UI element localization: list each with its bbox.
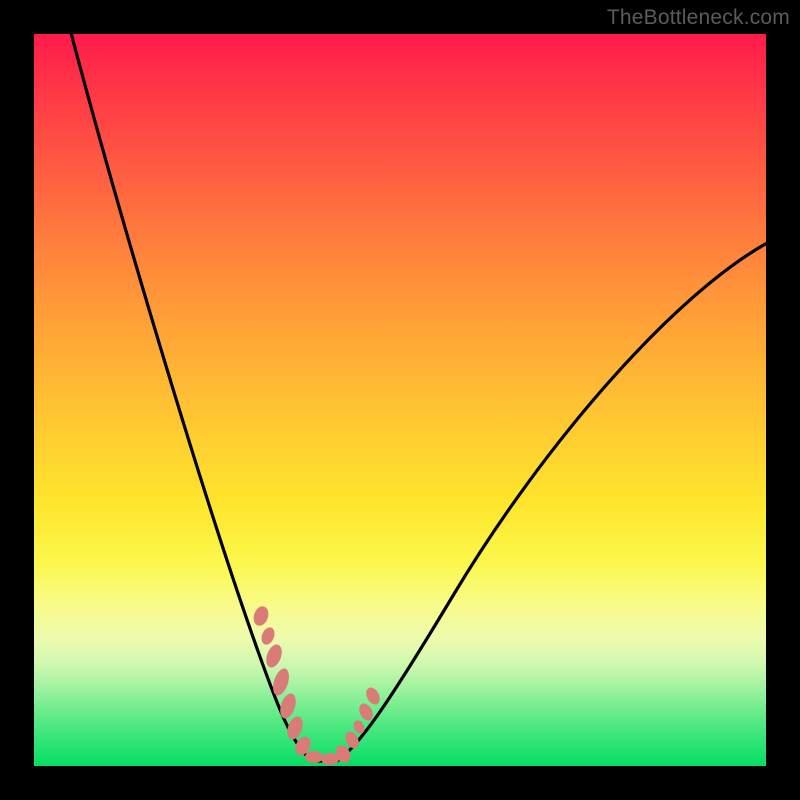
watermark-text: TheBottleneck.com (607, 6, 790, 30)
plot-area (34, 34, 766, 766)
marker-dots (34, 34, 766, 766)
chart-frame: TheBottleneck.com (0, 0, 800, 800)
